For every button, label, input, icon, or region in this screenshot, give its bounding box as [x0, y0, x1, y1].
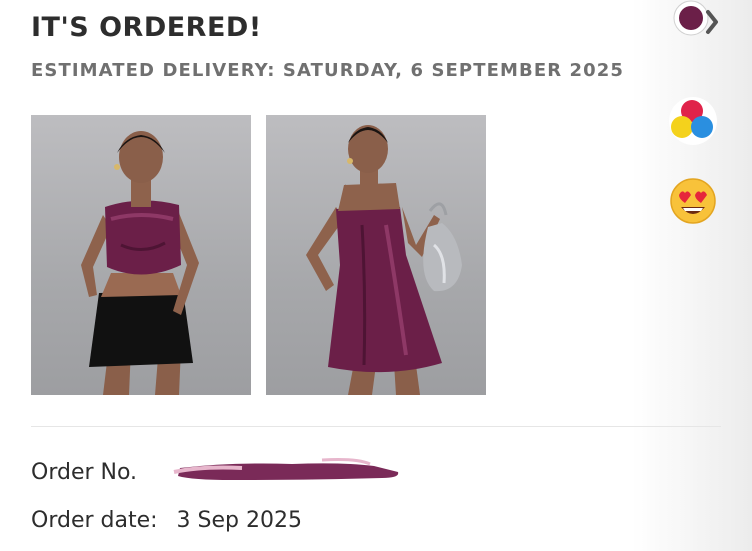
avatar-chevron-icon — [673, 0, 718, 36]
product-photo-top-skirt — [81, 131, 199, 395]
product-image-1[interactable] — [31, 115, 251, 395]
heart-eyes-emoji-icon — [670, 178, 716, 224]
product-image-2[interactable] — [266, 115, 486, 395]
order-date-value: 3 Sep 2025 — [176, 508, 302, 533]
avatar-menu-button[interactable] — [672, 0, 732, 44]
order-number-row: Order No. — [31, 460, 137, 485]
right-edge-shadow — [632, 0, 752, 551]
order-date-label: Order date: — [31, 508, 158, 533]
color-palette-button[interactable] — [667, 95, 719, 147]
color-palette-icon — [669, 97, 717, 145]
section-divider — [31, 426, 721, 427]
estimated-delivery: ESTIMATED DELIVERY: SATURDAY, 6 SEPTEMBE… — [31, 60, 625, 81]
page-title: IT'S ORDERED! — [31, 12, 262, 43]
order-number-redaction — [173, 458, 399, 480]
order-date-row: Order date: 3 Sep 2025 — [31, 508, 302, 533]
reaction-button[interactable] — [669, 177, 717, 225]
order-number-label: Order No. — [31, 460, 138, 485]
product-photo-dress — [306, 125, 462, 395]
